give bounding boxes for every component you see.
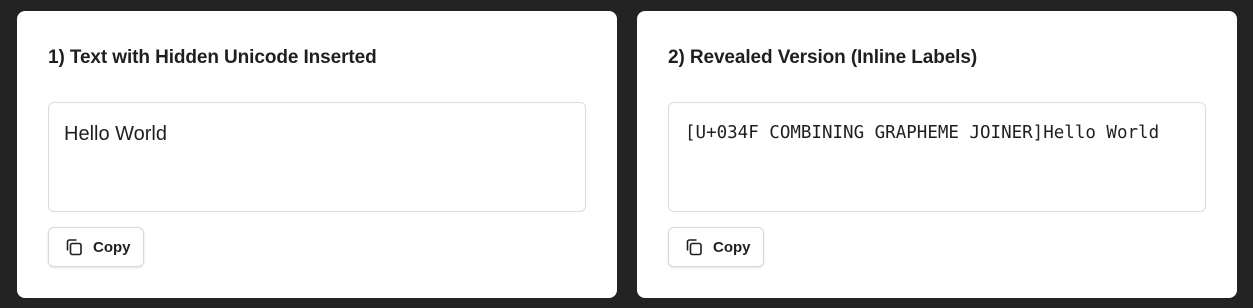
copy-hidden-text-button[interactable]: Copy xyxy=(48,227,144,267)
hidden-unicode-text-box[interactable]: Hello World xyxy=(48,102,586,212)
hidden-unicode-panel: 1) Text with Hidden Unicode Inserted Hel… xyxy=(17,11,617,298)
panel-title: 1) Text with Hidden Unicode Inserted xyxy=(48,47,377,68)
copy-button-label: Copy xyxy=(713,238,751,256)
copy-icon xyxy=(684,237,704,257)
copy-icon xyxy=(64,237,84,257)
panel-title: 2) Revealed Version (Inline Labels) xyxy=(668,47,978,68)
copy-button-label: Copy xyxy=(93,238,131,256)
revealed-text-box[interactable]: [U+034F COMBINING GRAPHEME JOINER]Hello … xyxy=(668,102,1206,212)
revealed-version-panel: 2) Revealed Version (Inline Labels) [U+0… xyxy=(637,11,1237,298)
panels-container: 1) Text with Hidden Unicode Inserted Hel… xyxy=(0,0,1253,308)
copy-revealed-text-button[interactable]: Copy xyxy=(668,227,764,267)
